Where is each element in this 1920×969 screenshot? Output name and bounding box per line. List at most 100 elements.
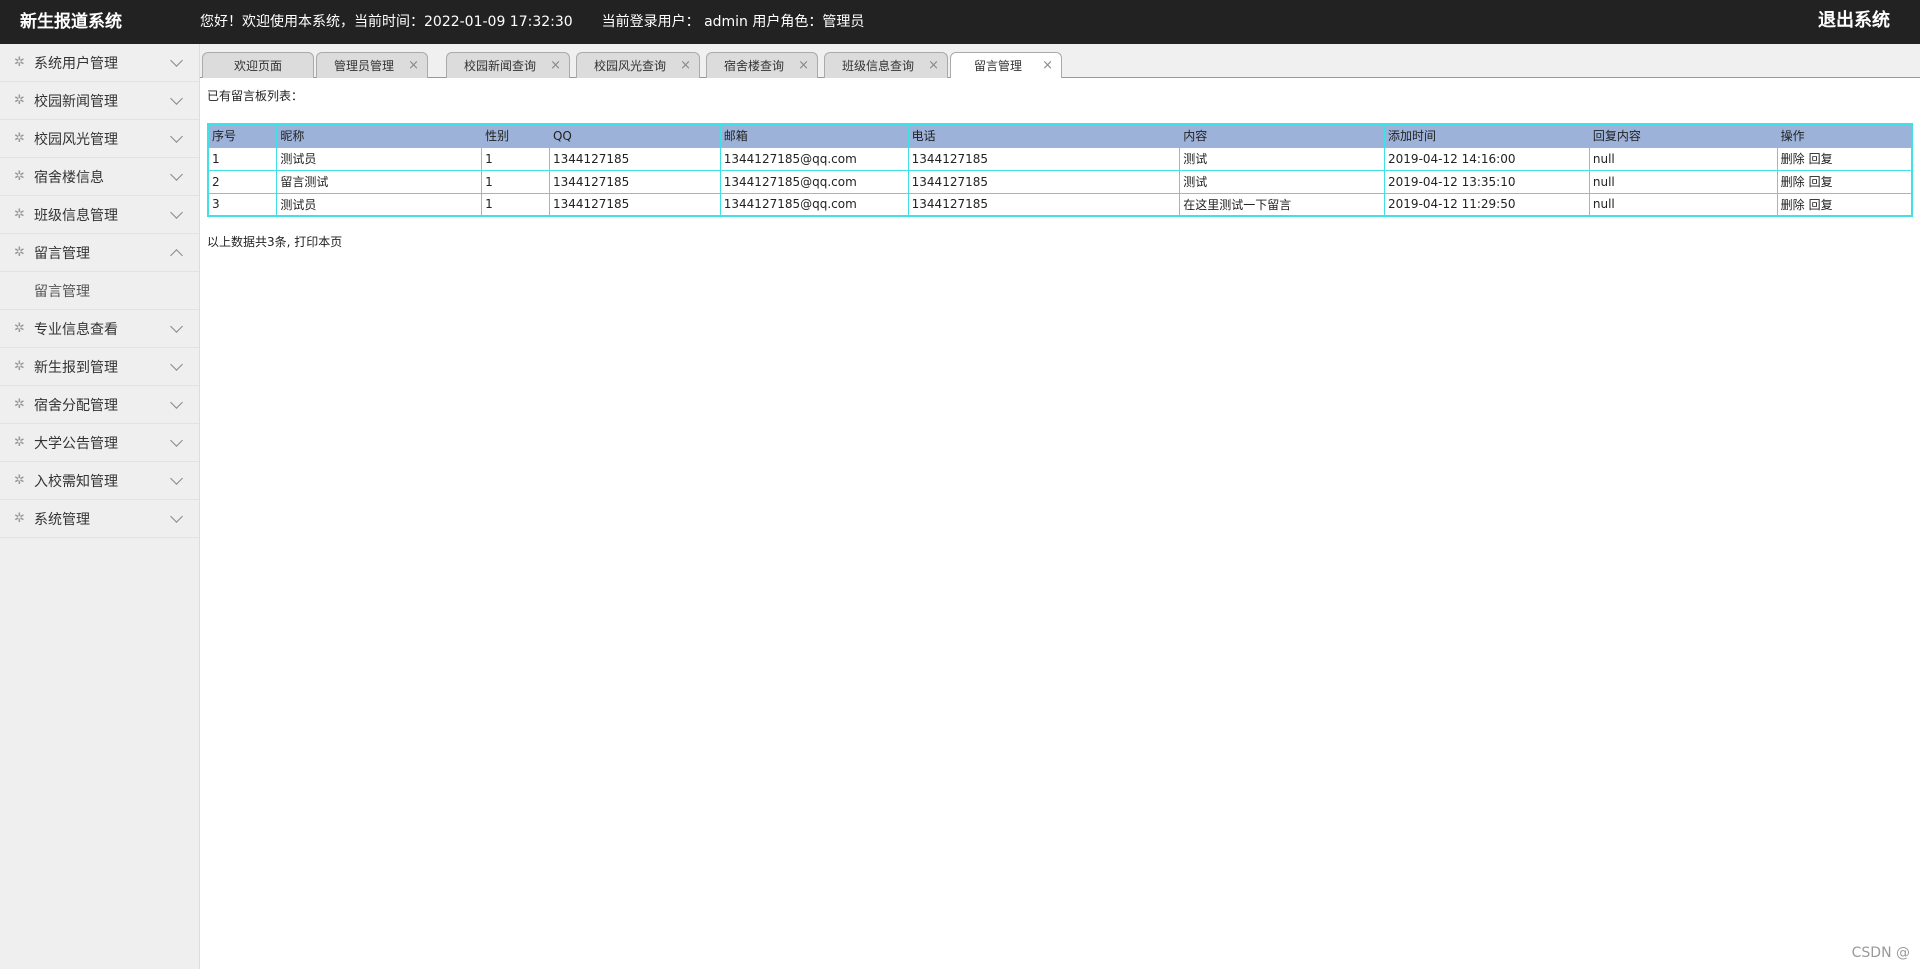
cell-time: 2019-04-12 13:35:10	[1384, 169, 1590, 194]
gear-icon: ✲	[14, 359, 25, 374]
sidebar-item-system-users[interactable]: ✲ 系统用户管理	[0, 44, 199, 82]
sidebar-item-system-admin[interactable]: ✲ 系统管理	[0, 500, 199, 538]
sidebar-item-freshman-report[interactable]: ✲ 新生报到管理	[0, 348, 199, 386]
chevron-down-icon	[170, 358, 183, 371]
sidebar-item-enrollment-notice[interactable]: ✲ 入校需知管理	[0, 462, 199, 500]
sidebar-item-label: 校园新闻管理	[34, 93, 118, 110]
sidebar-item-label: 宿舍分配管理	[34, 397, 118, 414]
sidebar-item-label: 留言管理	[34, 245, 90, 262]
cell-reply: null	[1588, 192, 1778, 217]
tab-label: 宿舍楼查询	[723, 59, 784, 73]
sidebar-item-label: 专业信息查看	[34, 321, 118, 338]
close-icon[interactable]: ×	[928, 53, 939, 79]
gear-icon: ✲	[14, 511, 25, 526]
column-header: 昵称	[276, 123, 483, 148]
close-icon[interactable]: ×	[1042, 53, 1053, 79]
cell-qq: 1344127185	[548, 146, 721, 171]
cell-time: 2019-04-12 14:16:00	[1384, 146, 1590, 171]
cell-qq: 1344127185	[548, 169, 721, 194]
sidebar-item-campus-scenery[interactable]: ✲ 校园风光管理	[0, 120, 199, 158]
sidebar-item-class-info[interactable]: ✲ 班级信息管理	[0, 196, 199, 234]
close-icon[interactable]: ×	[550, 53, 561, 79]
tab-label: 欢迎页面	[233, 59, 282, 73]
column-header: 内容	[1179, 123, 1386, 148]
cell-phone: 1344127185	[907, 169, 1181, 194]
sidebar-item-dorm-allocation[interactable]: ✲ 宿舍分配管理	[0, 386, 199, 424]
summary-text: 以上数据共3条,	[207, 235, 291, 249]
cell-actions: 删除 回复	[1776, 146, 1913, 171]
top-header: 新生报道系统 您好！欢迎使用本系统，当前时间：2022-01-09 17:32:…	[0, 0, 1920, 44]
cell-nickname: 留言测试	[276, 169, 483, 194]
reply-link[interactable]: 回复	[1809, 175, 1833, 189]
gear-icon: ✲	[14, 55, 25, 70]
tab-label: 校园新闻查询	[463, 59, 536, 73]
current-datetime: 2022-01-09 17:32:30	[424, 14, 573, 30]
tab-message-management[interactable]: 留言管理 ×	[950, 52, 1062, 79]
close-icon[interactable]: ×	[798, 53, 809, 79]
sidebar-item-label: 系统用户管理	[34, 55, 118, 72]
sidebar-item-label: 校园风光管理	[34, 131, 118, 148]
gear-icon: ✲	[14, 245, 25, 260]
chevron-down-icon	[170, 434, 183, 447]
cell-content: 在这里测试一下留言	[1179, 192, 1386, 217]
tab-bar: 欢迎页面 管理员管理 × 校园新闻查询 × 校园风光查询 × 宿舍楼查询 × 班…	[200, 44, 1920, 79]
table-row: 3 测试员 1 1344127185 1344127185@qq.com 134…	[207, 192, 1913, 217]
gear-icon: ✲	[14, 93, 25, 108]
list-title: 已有留言板列表：	[207, 89, 304, 103]
chevron-down-icon	[170, 320, 183, 333]
tab-admin-management[interactable]: 管理员管理 ×	[316, 52, 428, 78]
cell-email: 1344127185@qq.com	[719, 146, 909, 171]
sidebar-item-major-info[interactable]: ✲ 专业信息查看	[0, 310, 199, 348]
reply-link[interactable]: 回复	[1809, 198, 1833, 212]
role-value: 管理员	[822, 14, 865, 30]
sidebar-item-label: 系统管理	[34, 511, 90, 528]
sidebar-item-dorm-info[interactable]: ✲ 宿舍楼信息	[0, 158, 199, 196]
tab-campus-news-query[interactable]: 校园新闻查询 ×	[446, 52, 570, 78]
sidebar-subitem-messages[interactable]: 留言管理	[0, 272, 199, 310]
table-row: 1 测试员 1 1344127185 1344127185@qq.com 134…	[207, 146, 1913, 171]
cell-id: 1	[207, 146, 278, 171]
tab-label: 班级信息查询	[841, 59, 914, 73]
cell-gender: 1	[481, 146, 550, 171]
tab-welcome[interactable]: 欢迎页面	[202, 52, 314, 78]
cell-email: 1344127185@qq.com	[719, 192, 909, 217]
tab-class-info-query[interactable]: 班级信息查询 ×	[824, 52, 948, 78]
column-header: 性别	[481, 123, 550, 148]
tab-campus-scenery-query[interactable]: 校园风光查询 ×	[576, 52, 700, 78]
chevron-down-icon	[170, 54, 183, 67]
cell-phone: 1344127185	[907, 192, 1181, 217]
delete-link[interactable]: 删除	[1781, 198, 1805, 212]
close-icon[interactable]: ×	[408, 53, 419, 79]
tab-dorm-query[interactable]: 宿舍楼查询 ×	[706, 52, 818, 78]
delete-link[interactable]: 删除	[1781, 152, 1805, 166]
cell-actions: 删除 回复	[1776, 169, 1913, 194]
sidebar-item-announcements[interactable]: ✲ 大学公告管理	[0, 424, 199, 462]
cell-id: 3	[207, 192, 278, 217]
reply-link[interactable]: 回复	[1809, 152, 1833, 166]
cell-actions: 删除 回复	[1776, 192, 1913, 217]
chevron-up-icon	[170, 249, 183, 262]
column-header: QQ	[548, 123, 721, 148]
cell-reply: null	[1588, 169, 1778, 194]
cell-id: 2	[207, 169, 278, 194]
cell-nickname: 测试员	[276, 146, 483, 171]
sidebar-item-campus-news[interactable]: ✲ 校园新闻管理	[0, 82, 199, 120]
print-page-link[interactable]: 打印本页	[294, 235, 342, 249]
chevron-down-icon	[170, 130, 183, 143]
chevron-down-icon	[170, 206, 183, 219]
sidebar-item-messages[interactable]: ✲ 留言管理	[0, 234, 199, 272]
cell-phone: 1344127185	[907, 146, 1181, 171]
gear-icon: ✲	[14, 435, 25, 450]
table-summary: 以上数据共3条, 打印本页	[207, 233, 1913, 250]
greeting-text: 您好！欢迎使用本系统，当前时间：	[200, 14, 424, 30]
table-row: 2 留言测试 1 1344127185 1344127185@qq.com 13…	[207, 169, 1913, 194]
close-icon[interactable]: ×	[680, 53, 691, 79]
sidebar-item-label: 班级信息管理	[34, 207, 118, 224]
logout-button[interactable]: 退出系统	[1818, 0, 1890, 44]
sidebar-item-label: 宿舍楼信息	[34, 169, 104, 186]
gear-icon: ✲	[14, 397, 25, 412]
cell-content: 测试	[1179, 169, 1386, 194]
delete-link[interactable]: 删除	[1781, 175, 1805, 189]
tab-label: 管理员管理	[333, 59, 394, 73]
cell-email: 1344127185@qq.com	[719, 169, 909, 194]
